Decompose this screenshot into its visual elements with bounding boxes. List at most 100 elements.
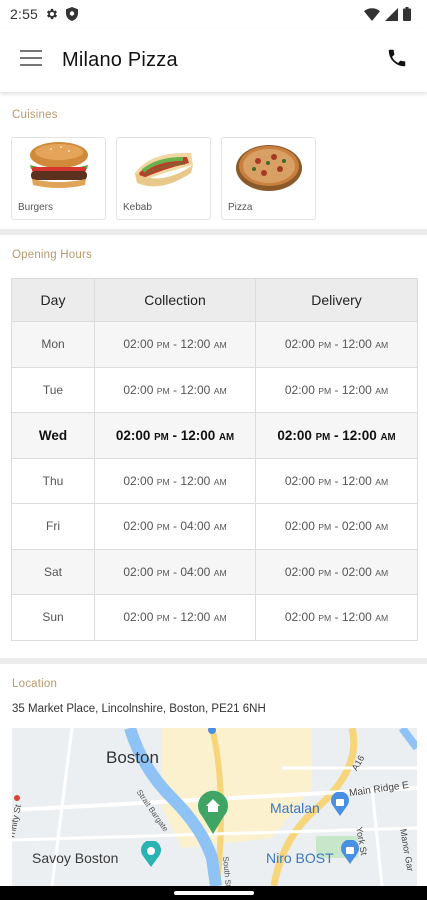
time-value: 02:00 [284,519,315,534]
ampm-label: AM [375,340,389,351]
day-cell: Thu [11,457,95,504]
app-screen: 2:55 Milano Pizza Cuisines Burgers Kebab… [0,0,427,900]
time-separator: - [169,610,181,625]
cuisine-card-pizza[interactable]: Pizza [221,137,316,220]
restaurant-location-pin[interactable] [196,788,230,839]
time-value: 02:00 [284,382,315,397]
wifi-icon [364,7,380,21]
time-value: 04:00 [180,564,211,579]
ampm-label: AM [375,567,389,578]
day-cell: Mon [11,321,95,368]
day-cell: Sun [11,594,95,641]
ampm-label: PM [156,613,170,624]
cuisine-card-burgers[interactable]: Burgers [11,137,106,220]
shield-icon [66,7,79,21]
delivery-hours-cell: 02:00 PM - 12:00 AM [255,457,418,504]
ampm-label: AM [213,613,227,624]
collection-hours-cell: 02:00 PM - 04:00 AM [94,503,256,550]
kebab-image [117,138,210,196]
ampm-label: PM [318,613,332,624]
location-address: 35 Market Place, Lincolnshire, Boston, P… [12,703,266,715]
delivery-hours-cell: 02:00 PM - 12:00 AM [255,594,418,641]
home-gesture-handle[interactable] [174,891,254,895]
day-cell: Wed [11,412,95,459]
table-header-row: Day Collection Delivery [11,278,418,322]
ampm-label: PM [318,340,332,351]
table-row: Tue 02:00 PM - 12:00 AM 02:00 PM - 12:00 A… [11,366,418,413]
settings-gear-icon [45,7,59,21]
opening-hours-section-label: Opening Hours [12,249,92,261]
cuisine-name: Burgers [18,202,54,213]
cellular-signal-icon [385,7,398,21]
time-value: 02:00 [115,427,151,443]
matalan-pin[interactable] [330,791,350,821]
collection-hours-cell: 02:00 PM - 12:00 AM [94,321,256,368]
collection-hours-cell: 02:00 PM - 12:00 AM [94,366,256,413]
status-time: 2:55 [10,6,39,22]
collection-hours-cell: 02:00 PM - 12:00 AM [94,412,256,459]
home-pin-icon [196,790,230,838]
time-value: 02:00 [284,337,315,352]
table-row: Mon 02:00 PM - 12:00 AM 02:00 PM - 12:00 A… [11,321,418,368]
ampm-label: AM [375,522,389,533]
cuisines-section-label: Cuisines [12,109,58,121]
page-title: Milano Pizza [62,48,178,71]
system-navigation-bar [0,886,427,900]
menu-button[interactable] [0,28,62,92]
ampm-label: AM [380,431,396,443]
ampm-label: PM [156,522,170,533]
delivery-hours-cell: 02:00 PM - 12:00 AM [255,412,418,459]
savoy-pin[interactable] [140,840,162,872]
cuisine-name: Pizza [228,202,253,213]
ampm-label: PM [156,567,170,578]
time-value: 12:00 [180,382,211,397]
day-cell: Sat [11,548,95,595]
ampm-label: PM [156,340,170,351]
time-separator: - [169,519,181,534]
collection-hours-cell: 02:00 PM - 12:00 AM [94,457,256,504]
map-label-matalan: Matalan [270,800,320,816]
ampm-label: PM [318,385,332,396]
time-separator: - [169,564,181,579]
location-section-label: Location [12,678,58,690]
ampm-label: PM [154,431,169,443]
ampm-label: PM [315,431,331,443]
call-button[interactable] [367,28,427,92]
map-label-niro: Niro BOST [266,850,334,866]
shopping-bag-pin-icon [340,839,360,868]
time-value: 02:00 [341,519,372,534]
location-map[interactable]: Boston Matalan Main Ridge E Savoy Boston… [12,728,417,886]
time-separator: - [331,564,342,579]
ampm-label: AM [375,613,389,624]
section-divider [0,229,427,235]
day-label: Wed [38,427,68,443]
time-separator: - [169,473,181,488]
day-cell: Tue [11,366,95,413]
cuisine-list: Burgers Kebab Pizza [11,137,316,220]
ampm-label: PM [318,476,332,487]
table-row: Sat 02:00 PM - 04:00 AM 02:00 PM - 02:00 A… [11,548,418,595]
time-separator: - [169,382,181,397]
ampm-label: AM [213,567,227,578]
ampm-label: AM [213,340,227,351]
opening-hours-table: Day Collection Delivery Mon 02:00 PM - 12… [11,278,418,641]
cuisine-name: Kebab [123,202,152,213]
time-value: 02:00 [341,564,372,579]
time-value: 12:00 [341,382,372,397]
ampm-label: AM [213,385,227,396]
day-label: Sun [42,610,64,625]
time-value: 12:00 [180,427,216,443]
time-value: 02:00 [123,610,154,625]
ampm-label: PM [156,385,170,396]
ampm-label: AM [213,476,227,487]
time-separator: - [331,337,342,352]
time-value: 12:00 [341,610,372,625]
status-left: 2:55 [10,6,79,22]
time-value: 02:00 [123,337,154,352]
time-separator: - [331,382,342,397]
cuisine-card-kebab[interactable]: Kebab [116,137,211,220]
time-separator: - [168,427,181,443]
day-label: Tue [42,382,64,397]
map-label-savoy: Savoy Boston [32,850,119,866]
delivery-hours-cell: 02:00 PM - 12:00 AM [255,321,418,368]
